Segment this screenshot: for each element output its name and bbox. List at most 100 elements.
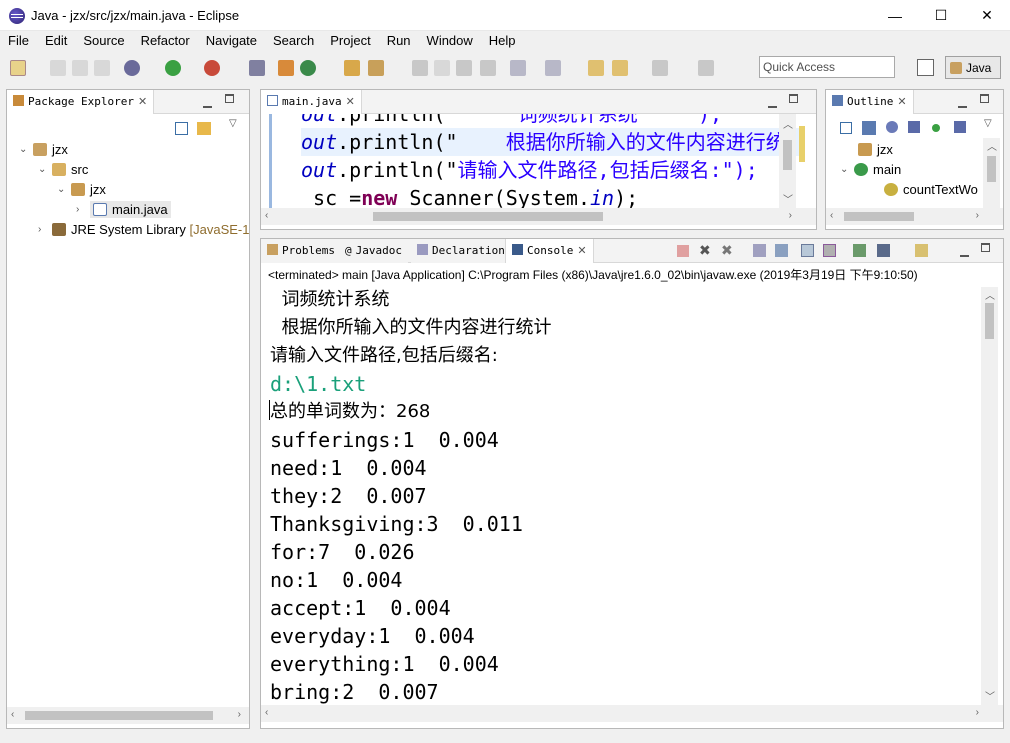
block-selection-icon[interactable]: [456, 60, 472, 76]
hide-static-icon[interactable]: [908, 121, 920, 133]
scroll-up-icon[interactable]: ︿: [783, 116, 793, 131]
menu-search[interactable]: Search: [265, 31, 322, 51]
collapse-all-icon[interactable]: [175, 122, 188, 135]
minimize-icon[interactable]: [960, 255, 969, 257]
minimize-icon[interactable]: [203, 106, 212, 108]
save-icon[interactable]: [50, 60, 66, 76]
hide-nonpublic-icon[interactable]: [932, 124, 940, 132]
menu-window[interactable]: Window: [419, 31, 481, 51]
hide-fields-icon[interactable]: [886, 121, 898, 133]
scroll-lock-icon[interactable]: [775, 244, 788, 257]
remove-launch-icon[interactable]: ✖: [699, 242, 711, 259]
tab-javadoc[interactable]: @ Javadoc: [339, 239, 408, 263]
tab-declaration[interactable]: Declaration: [411, 239, 511, 263]
search-icon[interactable]: [368, 60, 384, 76]
view-menu-icon[interactable]: ▽: [229, 118, 237, 129]
pin-console-icon[interactable]: [853, 244, 866, 257]
tree-item-src[interactable]: ⌄ src: [38, 159, 88, 179]
scroll-right-icon[interactable]: ›: [789, 210, 792, 221]
tab-package-explorer[interactable]: Package Explorer ✕: [7, 90, 155, 114]
hide-local-types-icon[interactable]: [954, 121, 966, 133]
scroll-thumb[interactable]: [844, 212, 914, 221]
expand-arrow-icon[interactable]: ⌄: [19, 144, 33, 155]
scroll-left-icon[interactable]: ‹: [830, 210, 833, 221]
scroll-thumb[interactable]: [373, 212, 603, 221]
tab-outline[interactable]: Outline ✕: [826, 90, 914, 114]
scroll-left-icon[interactable]: ‹: [265, 707, 268, 718]
minimize-icon[interactable]: [958, 106, 967, 108]
editor-horizontal-scrollbar[interactable]: ‹ ›: [261, 208, 816, 225]
expand-arrow-icon[interactable]: ⌄: [840, 164, 854, 175]
menu-refactor[interactable]: Refactor: [133, 31, 198, 51]
outline-item-package[interactable]: jzx: [844, 139, 893, 159]
debug-icon[interactable]: [124, 60, 140, 76]
menu-navigate[interactable]: Navigate: [198, 31, 265, 51]
scroll-left-icon[interactable]: ‹: [11, 709, 14, 720]
word-wrap-icon[interactable]: [801, 244, 814, 257]
external-tools-icon[interactable]: [204, 60, 220, 76]
tab-console[interactable]: Console ✕: [505, 239, 594, 263]
remove-all-icon[interactable]: ✖: [721, 242, 733, 259]
menu-edit[interactable]: Edit: [37, 31, 75, 51]
tree-item-project[interactable]: ⌄ jzx: [19, 139, 68, 159]
pen-icon[interactable]: [434, 60, 450, 76]
clear-console-icon[interactable]: [753, 244, 766, 257]
scroll-up-icon[interactable]: ︿: [985, 287, 995, 302]
console-vertical-scrollbar[interactable]: ︿ ﹀: [981, 287, 998, 705]
maximize-icon[interactable]: [225, 94, 234, 103]
print-icon[interactable]: [94, 60, 110, 76]
expand-arrow-icon[interactable]: ›: [76, 204, 90, 215]
menu-run[interactable]: Run: [379, 31, 419, 51]
menu-source[interactable]: Source: [75, 31, 132, 51]
scroll-right-icon[interactable]: ›: [976, 210, 979, 221]
close-button[interactable]: ✕: [964, 0, 1010, 31]
maximize-icon[interactable]: [981, 243, 990, 252]
console-horizontal-scrollbar[interactable]: ‹ ›: [261, 705, 1003, 722]
collapse-all-icon[interactable]: [840, 122, 852, 134]
maximize-icon[interactable]: [789, 94, 798, 103]
scroll-right-icon[interactable]: ›: [976, 707, 979, 718]
quick-access-input[interactable]: Quick Access: [759, 56, 895, 78]
minimize-button[interactable]: —: [872, 0, 918, 31]
menu-help[interactable]: Help: [481, 31, 524, 51]
scroll-right-icon[interactable]: ›: [238, 709, 241, 720]
java-perspective-button[interactable]: Java: [945, 56, 1001, 79]
close-icon[interactable]: ✕: [897, 95, 906, 108]
code-area[interactable]: out.println(" 词频统计系统 "); out.println(" 根…: [261, 114, 799, 208]
next-annotation-icon[interactable]: [510, 60, 526, 76]
expand-arrow-icon[interactable]: ⌄: [38, 164, 52, 175]
forward-icon[interactable]: [652, 60, 668, 76]
horizontal-scrollbar[interactable]: ‹ ›: [7, 707, 249, 724]
minimize-icon[interactable]: [768, 106, 777, 108]
close-icon[interactable]: ✕: [346, 95, 355, 108]
scroll-left-icon[interactable]: ‹: [265, 210, 268, 221]
maximize-icon[interactable]: [980, 94, 989, 103]
outline-horizontal-scrollbar[interactable]: ‹ ›: [826, 208, 1003, 225]
outline-item-method[interactable]: countTextWo: [870, 179, 978, 199]
annotation-icon[interactable]: [412, 60, 428, 76]
tab-main-java[interactable]: main.java ✕: [261, 90, 362, 114]
display-console-icon[interactable]: [877, 244, 890, 257]
view-menu-icon[interactable]: ▽: [984, 118, 992, 129]
editor-vertical-scrollbar[interactable]: ︿ ﹀: [779, 114, 796, 208]
pin-editor-icon[interactable]: [698, 60, 714, 76]
expand-arrow-icon[interactable]: ›: [38, 224, 52, 235]
skip-breakpoints-icon[interactable]: [249, 60, 265, 76]
scroll-up-icon[interactable]: ︿: [987, 138, 997, 153]
scroll-down-icon[interactable]: ﹀: [783, 191, 793, 206]
close-icon[interactable]: ✕: [138, 95, 147, 108]
outline-vertical-scrollbar[interactable]: ︿: [983, 138, 1000, 208]
back-icon[interactable]: [612, 60, 628, 76]
save-all-icon[interactable]: [72, 60, 88, 76]
show-whitespace-icon[interactable]: [480, 60, 496, 76]
new-icon[interactable]: [10, 60, 26, 76]
close-icon[interactable]: ✕: [577, 244, 586, 257]
sort-icon[interactable]: [862, 121, 876, 135]
link-with-editor-icon[interactable]: [197, 122, 211, 135]
tree-item-package[interactable]: ⌄ jzx: [57, 179, 106, 199]
show-console-icon[interactable]: [823, 244, 836, 257]
scroll-thumb[interactable]: [985, 303, 994, 339]
maximize-button[interactable]: ☐: [918, 0, 964, 31]
open-type-icon[interactable]: [344, 60, 360, 76]
expand-arrow-icon[interactable]: ⌄: [57, 184, 71, 195]
